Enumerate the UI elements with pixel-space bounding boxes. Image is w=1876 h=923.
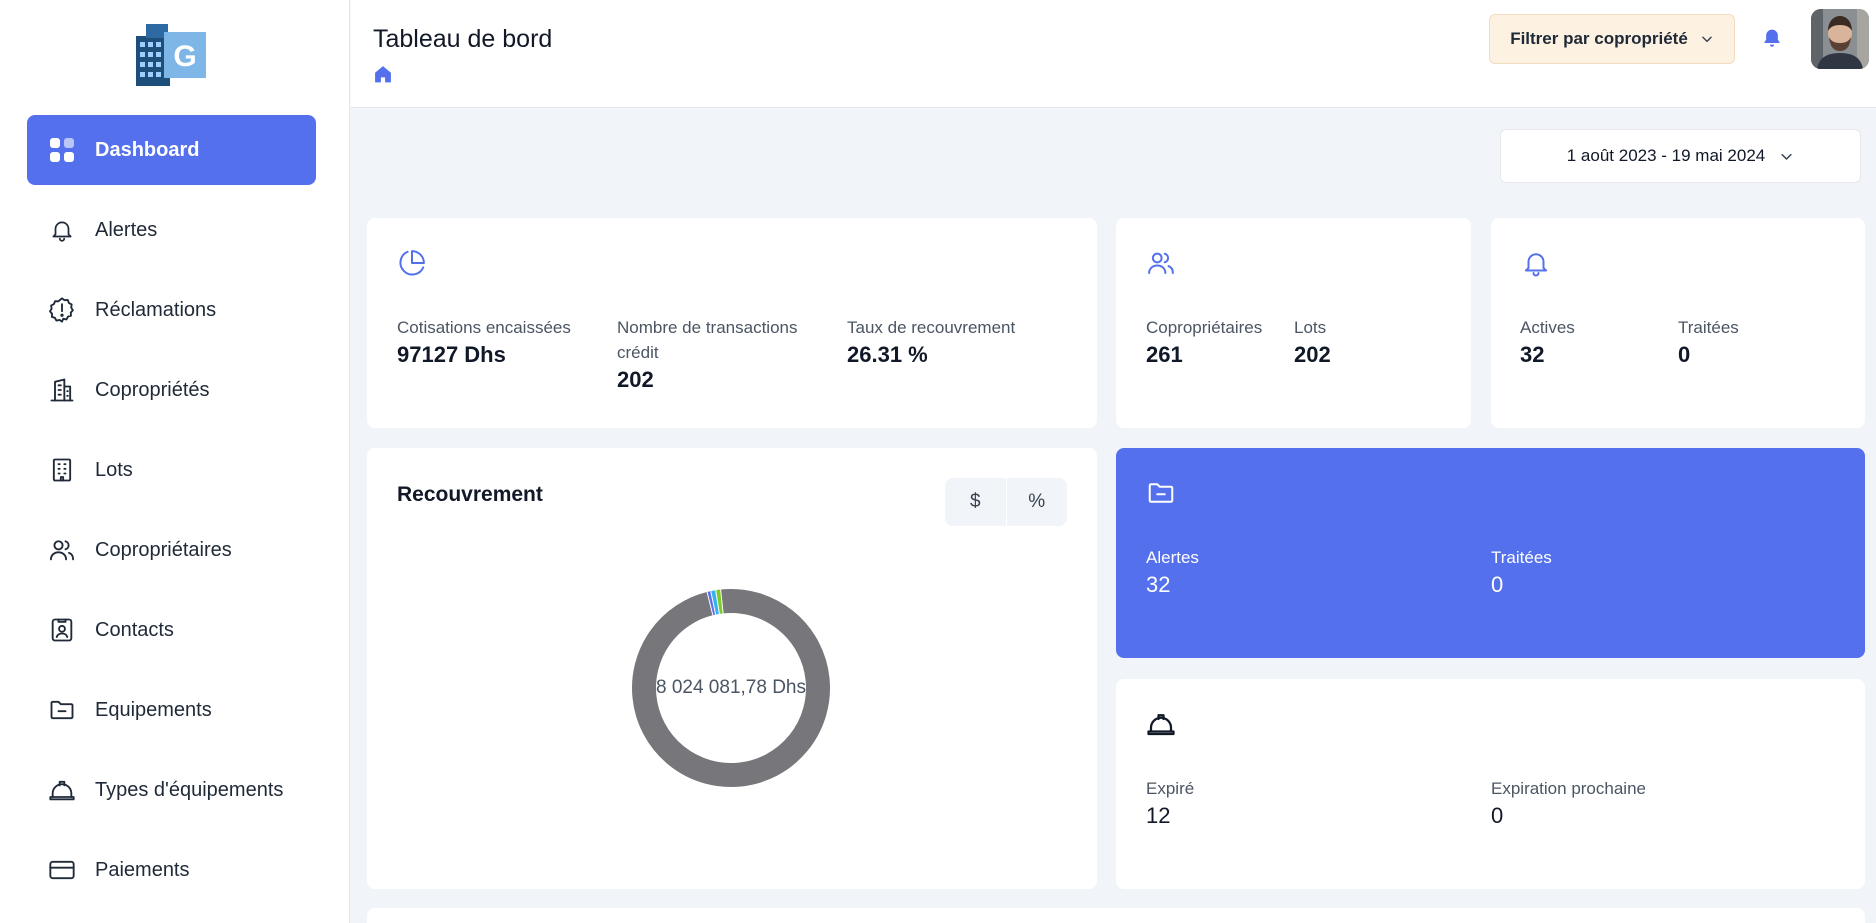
- hard-hat-icon: [1146, 709, 1176, 739]
- stat-cotisations: Cotisations encaissées 97127 Dhs: [397, 315, 607, 368]
- stat-label: Nombre de transactions crédit: [617, 318, 798, 362]
- logo-letter: G: [173, 40, 196, 73]
- stat-value: 12: [1146, 803, 1171, 828]
- bell-icon: [1521, 248, 1551, 278]
- stat-label: Traitées: [1491, 548, 1552, 567]
- alert-badge-icon: [47, 295, 77, 325]
- date-range-picker[interactable]: 1 août 2023 - 19 mai 2024: [1500, 129, 1861, 183]
- contact-card-icon: [47, 615, 77, 645]
- bottom-card: [367, 908, 1865, 923]
- sidebar-item-coproprietaires[interactable]: Copropriétaires: [27, 515, 316, 585]
- sidebar-item-coproprietes[interactable]: Copropriétés: [27, 355, 316, 425]
- sidebar-item-label: Copropriétaires: [95, 538, 232, 561]
- recouvrement-title: Recouvrement: [397, 483, 543, 506]
- sidebar-item-equipements[interactable]: Equipements: [27, 675, 316, 745]
- stat-alertes: Alertes 32: [1146, 545, 1199, 598]
- stat-label: Alertes: [1146, 548, 1199, 567]
- bell-icon: [47, 215, 77, 245]
- building-icon: [47, 375, 77, 405]
- claims-card: Alertes 32 Traitées 0: [1116, 448, 1865, 658]
- alerts-summary-card: Actives 32 Traitées 0: [1491, 218, 1865, 428]
- users-icon: [1146, 248, 1176, 278]
- stat-lots: Lots 202: [1294, 315, 1331, 368]
- toggle-currency-button[interactable]: $: [945, 478, 1007, 526]
- user-avatar[interactable]: [1811, 9, 1869, 69]
- sidebar-item-label: Lots: [95, 458, 133, 481]
- recouvrement-donut-chart: 8 024 081,78 Dhs: [631, 588, 831, 788]
- sidebar-item-label: Copropriétés: [95, 378, 210, 401]
- filter-coproprietes-dropdown[interactable]: Filtrer par copropriété: [1489, 14, 1735, 64]
- stat-label: Expiré: [1146, 779, 1195, 798]
- home-icon[interactable]: [373, 64, 393, 84]
- equipment-card: Expiré 12 Expiration prochaine 0: [1116, 679, 1865, 889]
- sidebar-item-lots[interactable]: Lots: [27, 435, 316, 505]
- credit-card-icon: [47, 855, 77, 885]
- stat-traitees: Traitées 0: [1491, 545, 1552, 598]
- chevron-down-icon: [1700, 32, 1714, 46]
- owners-card: Copropriétaires 261 Lots 202: [1116, 218, 1471, 428]
- stat-value: 202: [1294, 342, 1331, 367]
- pie-chart-icon: [397, 248, 427, 278]
- top-header: Tableau de bord Filtrer par copropriété: [351, 0, 1876, 108]
- sidebar-item-label: Types d'équipements: [95, 778, 284, 801]
- stat-value: 0: [1678, 342, 1691, 367]
- sidebar-item-reclamations[interactable]: Réclamations: [27, 275, 316, 345]
- stat-value: 97127 Dhs: [397, 342, 506, 367]
- stat-taux-recouvrement: Taux de recouvrement 26.31 %: [847, 315, 1067, 368]
- recouvrement-card: Recouvrement $ % 8 024 081,78 Dhs: [367, 448, 1097, 889]
- users-icon: [47, 535, 77, 565]
- date-range-label: 1 août 2023 - 19 mai 2024: [1566, 146, 1766, 165]
- stat-actives: Actives 32: [1520, 315, 1575, 368]
- sidebar-item-label: Contacts: [95, 618, 174, 641]
- finance-card: Cotisations encaissées 97127 Dhs Nombre …: [367, 218, 1097, 428]
- stat-value: 0: [1491, 572, 1504, 597]
- page-title: Tableau de bord: [373, 25, 553, 53]
- stat-label: Lots: [1294, 318, 1327, 337]
- stat-label: Cotisations encaissées: [397, 318, 571, 337]
- sidebar-item-dashboard[interactable]: Dashboard: [27, 115, 316, 185]
- stat-expiration-prochaine: Expiration prochaine 0: [1491, 776, 1646, 829]
- sidebar-item-alertes[interactable]: Alertes: [27, 195, 316, 265]
- sidebar-item-label: Réclamations: [95, 298, 217, 321]
- chevron-down-icon: [1779, 149, 1794, 164]
- filter-label: Filtrer par copropriété: [1510, 29, 1688, 48]
- dashboard-grid-icon: [47, 135, 77, 165]
- stat-value: 32: [1520, 342, 1545, 367]
- notification-bell-icon[interactable]: [1762, 27, 1782, 49]
- toggle-percent-button[interactable]: %: [1007, 478, 1068, 526]
- sidebar-item-label: Alertes: [95, 218, 158, 241]
- sidebar-item-contacts[interactable]: Contacts: [27, 595, 316, 665]
- hard-hat-icon: [47, 775, 77, 805]
- donut-center-label: 8 024 081,78 Dhs: [655, 677, 806, 698]
- sidebar-item-label: Paiements: [95, 858, 190, 881]
- sidebar-item-paiements[interactable]: Paiements: [27, 835, 316, 905]
- stat-expire: Expiré 12: [1146, 776, 1194, 829]
- stat-value: 26.31 %: [847, 342, 928, 367]
- recouvrement-unit-toggle: $ %: [945, 478, 1067, 526]
- office-building-icon: [47, 455, 77, 485]
- folder-minus-icon: [1146, 478, 1176, 508]
- stat-label: Expiration prochaine: [1491, 779, 1646, 798]
- stat-value: 202: [617, 367, 654, 392]
- app-logo[interactable]: G: [134, 22, 208, 86]
- stat-value: 32: [1146, 572, 1171, 597]
- sidebar: G Dashboard Alertes Réclamations Copropr…: [0, 0, 350, 923]
- stat-label: Taux de recouvrement: [847, 318, 1016, 337]
- sidebar-item-types-equipements[interactable]: Types d'équipements: [27, 755, 316, 825]
- stat-label: Copropriétaires: [1146, 318, 1263, 337]
- stat-value: 261: [1146, 342, 1183, 367]
- stat-value: 0: [1491, 803, 1504, 828]
- stat-transactions: Nombre de transactions crédit 202: [617, 315, 817, 393]
- stat-traitees: Traitées 0: [1678, 315, 1739, 368]
- stat-label: Actives: [1520, 318, 1575, 337]
- folder-minus-icon: [47, 695, 77, 725]
- sidebar-item-label: Equipements: [95, 698, 212, 721]
- stat-label: Traitées: [1678, 318, 1739, 337]
- sidebar-item-label: Dashboard: [95, 138, 200, 161]
- stat-coproprietaires: Copropriétaires 261: [1146, 315, 1262, 368]
